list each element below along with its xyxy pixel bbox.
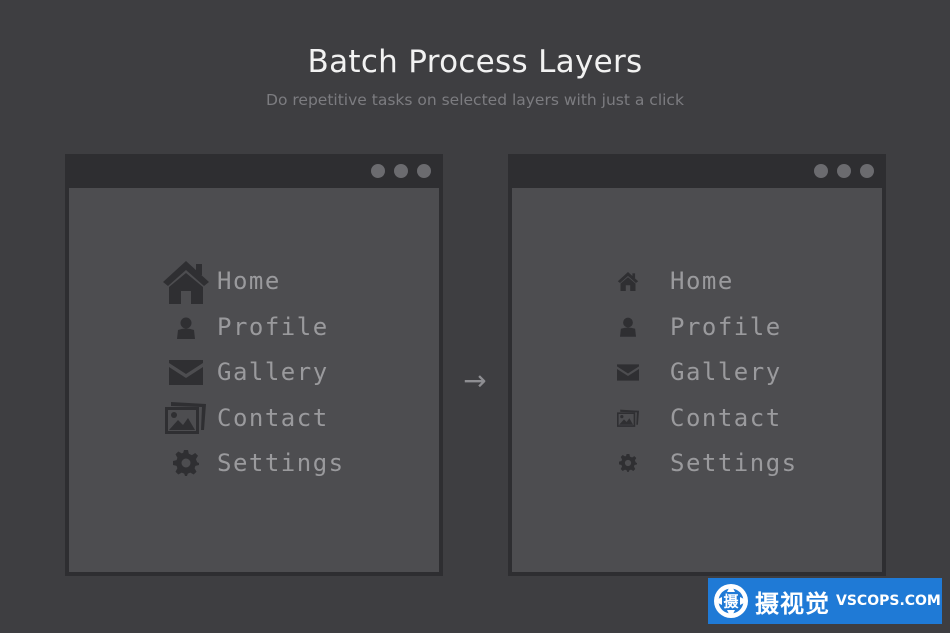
window-before: Home Profile Gallery Contact Settings (65, 154, 443, 576)
watermark-badge[interactable]: 摄 摄视觉 VSCOPS.COM (708, 578, 942, 624)
photos-icon (617, 409, 639, 427)
watermark-logo-icon: 摄 (714, 584, 748, 618)
window-after: Home Profile Gallery Contact Settings (508, 154, 886, 576)
window-dot[interactable] (860, 164, 874, 178)
menu-item-label: Profile (670, 312, 782, 341)
menu-item-label: Profile (217, 312, 329, 341)
menu-item-label: Contact (670, 403, 782, 432)
watermark-logo-char: 摄 (723, 593, 739, 611)
menu-item-label: Home (670, 267, 734, 295)
window-controls (814, 164, 874, 178)
arrow-right-icon: → (463, 364, 487, 397)
user-icon (620, 317, 636, 337)
menu-item-label: Gallery (670, 358, 782, 386)
page-subtitle: Do repetitive tasks on selected layers w… (266, 91, 684, 109)
home-icon (617, 272, 639, 291)
window-dot[interactable] (837, 164, 851, 178)
menu-item-label: Gallery (217, 358, 329, 386)
photos-icon (165, 401, 206, 434)
gear-icon (173, 450, 199, 476)
window-dot[interactable] (394, 164, 408, 178)
gear-icon (619, 454, 637, 472)
page-title: Batch Process Layers (307, 44, 643, 80)
window-titlebar (65, 154, 443, 188)
menu-item-label: Home (217, 267, 281, 295)
user-icon (177, 317, 195, 339)
menu-item-label: Settings (670, 449, 798, 477)
window-dot[interactable] (417, 164, 431, 178)
window-dot[interactable] (814, 164, 828, 178)
window-dot[interactable] (371, 164, 385, 178)
window-content: Home Profile Gallery Contact Settings (69, 188, 439, 572)
watermark-cn-text: 摄视觉 (755, 589, 830, 618)
menu-item-label: Settings (217, 449, 345, 477)
envelope-icon (169, 360, 203, 385)
watermark-en-text: VSCOPS.COM (836, 593, 941, 609)
home-icon (163, 261, 209, 304)
menu-item-label: Contact (217, 403, 329, 432)
window-controls (371, 164, 431, 178)
window-titlebar (508, 154, 886, 188)
envelope-icon (617, 364, 639, 381)
window-content: Home Profile Gallery Contact Settings (512, 188, 882, 572)
